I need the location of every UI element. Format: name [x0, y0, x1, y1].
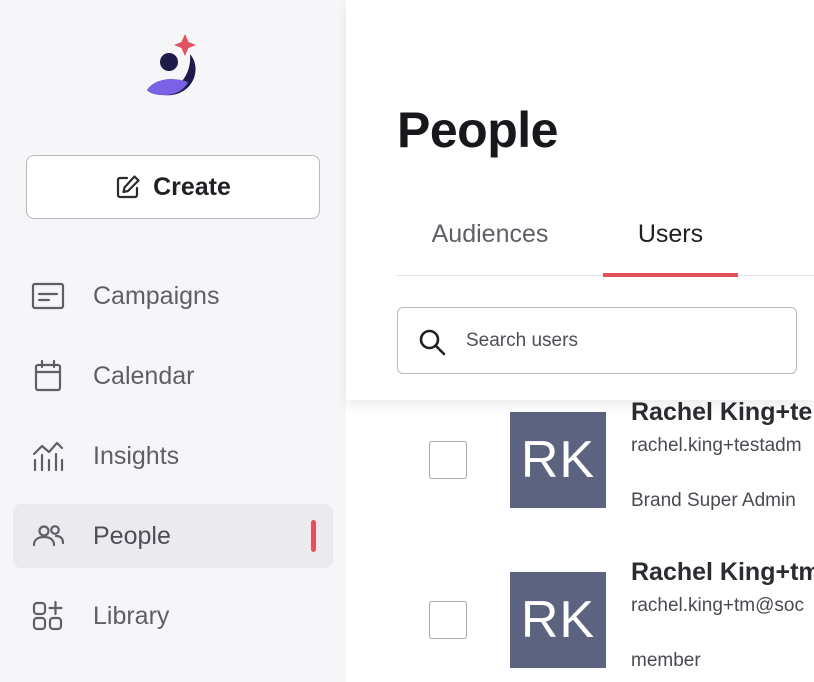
page-title: People: [397, 102, 558, 158]
user-role: member: [631, 650, 701, 671]
sidebar-item-campaigns[interactable]: Campaigns: [13, 264, 333, 328]
user-email: rachel.king+testadm: [631, 435, 802, 456]
people-icon: [31, 520, 65, 552]
app-window: Create Campaigns Calendar Insights Peopl…: [0, 0, 814, 682]
sidebar-item-calendar[interactable]: Calendar: [13, 344, 333, 408]
tab-bar: Audiences Users: [397, 214, 814, 277]
sidebar-item-label: Insights: [93, 441, 180, 470]
active-tab-underline: [603, 273, 738, 277]
library-icon: [31, 600, 65, 632]
search-box[interactable]: [397, 307, 797, 374]
sidebar-item-people[interactable]: People: [13, 504, 333, 568]
sidebar-item-label: Calendar: [93, 361, 195, 390]
page-header: People Audiences Users: [346, 0, 814, 400]
campaigns-icon: [31, 280, 65, 312]
tab-label: Audiences: [431, 220, 549, 248]
sidebar-item-insights[interactable]: Insights: [13, 424, 333, 488]
row-checkbox[interactable]: [429, 441, 467, 479]
create-button[interactable]: Create: [26, 155, 320, 219]
create-button-label: Create: [153, 172, 231, 201]
sidebar-item-library[interactable]: Library: [13, 584, 333, 648]
list-item: RK Rachel King+tm rachel.king+tm@soc mem…: [346, 552, 814, 682]
sidebar-item-label: Library: [93, 601, 170, 630]
calendar-icon: [31, 360, 65, 392]
row-checkbox[interactable]: [429, 601, 467, 639]
insights-icon: [31, 440, 65, 472]
search-icon: [418, 328, 446, 356]
user-name[interactable]: Rachel King+tm: [631, 558, 814, 587]
main-content: People Audiences Users Search users RK R…: [346, 0, 814, 682]
search-input[interactable]: [466, 326, 786, 356]
active-indicator: [311, 520, 316, 552]
sidebar-nav: Campaigns Calendar Insights People Libra…: [13, 264, 333, 664]
user-name[interactable]: Rachel King+te: [631, 398, 812, 427]
sidebar: Create Campaigns Calendar Insights Peopl…: [0, 0, 346, 682]
list-item: RK Rachel King+te rachel.king+testadm Br…: [346, 392, 814, 552]
tab-label: Users: [637, 220, 704, 248]
tab-audiences[interactable]: Audiences: [423, 214, 557, 276]
user-email: rachel.king+tm@soc: [631, 595, 804, 616]
tab-users[interactable]: Users: [603, 214, 738, 277]
user-role: Brand Super Admin: [631, 490, 796, 511]
avatar: RK: [510, 572, 606, 668]
sidebar-item-label: Campaigns: [93, 281, 220, 310]
brand-logo[interactable]: [144, 32, 204, 98]
sidebar-item-label: People: [93, 521, 171, 550]
avatar: RK: [510, 412, 606, 508]
edit-icon: [115, 174, 141, 200]
